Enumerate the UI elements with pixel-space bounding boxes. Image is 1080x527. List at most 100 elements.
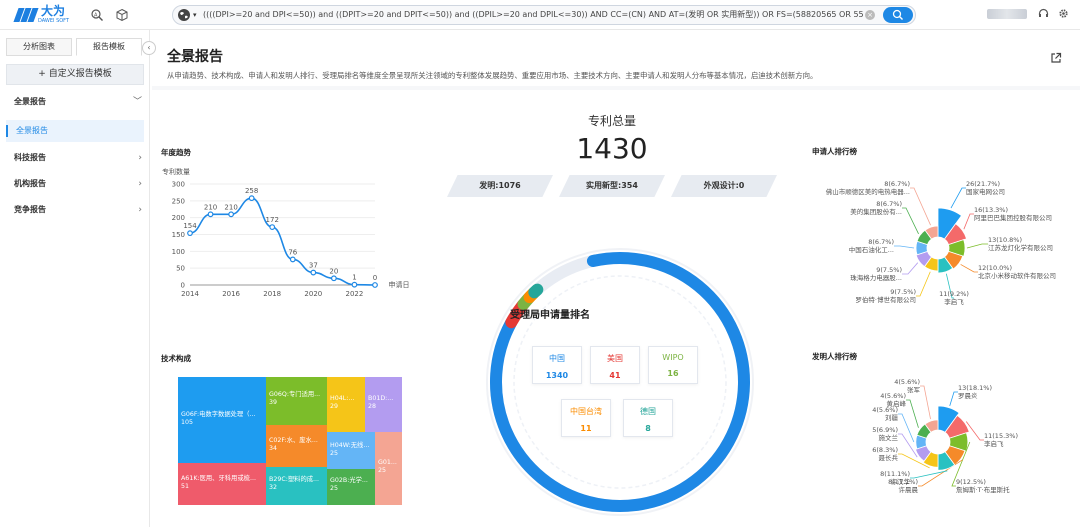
office-box-china[interactable]: 中国 1340 [532,346,582,384]
search-bar[interactable]: ▾ ((((DPI>=20 and DPI<=50)) and ((DPIT>=… [172,5,916,25]
cell-value: 25 [330,450,339,457]
tab-analysis-charts[interactable]: 分析图表 [6,38,72,56]
cell-value: 51 [181,483,190,490]
office-ranking-title: 受理局申请量排名 [510,310,590,321]
collapse-sidebar-button[interactable]: ‹ [142,41,156,55]
office-value: 16 [667,369,679,378]
treemap-cell[interactable]: G01... 25 [375,432,402,505]
translate-icon[interactable]: A [90,8,104,22]
leader-line [898,413,915,443]
leader-line [902,207,919,235]
x-tick-label: 2018 [263,290,281,298]
slice-name-label: 北京小米移动软件有限公司 [978,271,1056,280]
treemap-cell[interactable]: C02F:水、废水... 34 [266,425,327,467]
slice-name-label: 许汉华 [891,477,911,486]
slice-name-label: 罗伯特·博世有限公司 [855,295,916,304]
chevron-right-icon: › [138,153,142,163]
globe-icon[interactable] [177,8,193,23]
app-logo[interactable]: 大为 DAWEI SOFT [13,5,70,25]
treemap-cell[interactable]: H04W:无线... 25 [327,432,375,469]
x-tick-label: 2022 [346,290,364,298]
cell-label: C02F:水、废水... [269,437,318,444]
data-point [207,211,214,218]
chevron-down-icon[interactable]: ▾ [193,8,197,23]
menu-org-report[interactable]: 机构报告 › [0,173,150,195]
patent-type-pills: 发明:1076 实用新型:354 外观设计:0 [442,175,782,197]
office-box-wipo[interactable]: WIPO 16 [648,346,698,384]
pill-design: 外观设计:0 [671,175,777,197]
data-label: 172 [266,216,279,224]
slice-value-label: 9(7.5%) [876,266,902,274]
svg-text:A: A [94,12,98,18]
export-icon[interactable] [1050,52,1062,67]
logo-mark-icon [13,7,39,23]
section-title-applicant: 申请人排行榜 [812,147,857,156]
y-tick-label: 50 [176,265,185,273]
y-tick-label: 150 [172,231,185,239]
cell-value: 34 [269,445,278,452]
menu-label: 竞争报告 [14,205,46,214]
treemap-cell[interactable]: B29C:塑料的成... 32 [266,467,327,505]
cell-label: G06F:电数字数据处理（... [181,411,256,418]
office-box-us[interactable]: 美国 41 [590,346,640,384]
office-label: 美国 [607,354,623,363]
tab-report-templates[interactable]: 报告模板 [76,38,142,56]
treemap-cell[interactable]: G06Q:专门适用... 39 [266,377,327,425]
slice-value-label: 11(9.2%) [939,290,969,298]
treemap-cell[interactable]: A61K:医用、牙科用或梳... 51 [178,463,266,505]
slice-name-label: 美的集团股份有... [850,207,902,216]
menu-competition-report[interactable]: 竞争报告 › [0,199,150,221]
sidebar: 分析图表 报告模板 ‹ + 自定义报告模板 全景报告 ﹀ 全景报告 科技报告 ›… [0,30,156,527]
slice-name-label: 罗晨炎 [958,392,978,400]
top-bar: 大为 DAWEI SOFT A ▾ ((((DPI>=20 and DPI<=50… [0,0,1080,30]
slice-name-label: 许晨晨 [899,485,919,494]
page-title: 全景报告 [167,49,223,65]
data-point [330,275,337,282]
data-label: 210 [224,203,237,211]
menu-label: 全景报告 [14,97,46,106]
menu-overview-report[interactable]: 全景报告 ﹀ [0,91,150,113]
leader-line [906,399,919,428]
logo-subtext: DAWEI SOFT [38,18,70,24]
data-point [228,211,235,218]
office-box-germany[interactable]: 德国 8 [623,399,673,437]
user-name[interactable] [987,9,1027,19]
trend-line [189,197,376,286]
section-title-trend: 年度趋势 [161,148,191,157]
menu-label: 科技报告 [14,153,46,162]
search-input[interactable]: ((((DPI>=20 and DPI<=50)) and ((DPIT>=20… [203,6,863,24]
slice-name-label: 詹姆斯·T·布里斯托 [956,485,1010,494]
trend-line-chart: 专利数量0501001502002503002014 2016 2018 2020 20… [162,167,410,298]
office-value: 1340 [545,371,569,380]
tech-treemap: G06F:电数字数据处理（... 105 A61K:医用、牙科用或梳... 51 G… [178,377,402,505]
office-value: 8 [645,424,651,433]
custom-report-template-button[interactable]: + 自定义报告模板 [6,64,144,85]
data-label: 37 [309,262,318,270]
office-label: WIPO [662,353,684,362]
cube-icon[interactable] [115,8,129,22]
slice-value-label: 4(5.6%) [880,392,906,400]
search-button[interactable] [883,7,913,23]
clear-icon[interactable]: × [865,10,875,20]
chevron-down-icon: ﹀ [132,97,142,107]
treemap-cell[interactable]: G02B:光学... 25 [327,469,375,505]
page-header: 全景报告 从申请趋势、技术构成、申请人和发明人排行、受理局排名等维度全景呈现所关… [152,30,1080,86]
gear-icon[interactable] [1058,8,1069,22]
slice-value-label: 13(10.8%) [988,236,1022,244]
menu-tech-report[interactable]: 科技报告 › [0,147,150,169]
cell-label: G02B:光学... [330,477,368,484]
cell-label: G01... [378,459,397,466]
total-label: 专利总量 [587,114,636,128]
pill-utility-model: 实用新型:354 [559,175,665,197]
submenu-overview-report[interactable]: 全景报告 [6,120,144,142]
treemap-cell[interactable]: H04L:... 29 [327,377,365,432]
section-title-inventor: 发明人排行榜 [812,352,857,361]
search-query-clip: ((((DPI>=20 and DPI<=50)) and ((DPIT>=20… [203,6,863,24]
treemap-cell[interactable]: B01D:... 28 [365,377,402,432]
leader-line [910,187,931,226]
office-box-taiwan[interactable]: 中国台湾 11 [561,399,611,437]
headset-icon[interactable] [1038,8,1049,22]
leader-line [910,470,948,479]
cell-label: B01D:... [368,395,394,402]
treemap-cell[interactable]: G06F:电数字数据处理（... 105 [178,377,266,463]
